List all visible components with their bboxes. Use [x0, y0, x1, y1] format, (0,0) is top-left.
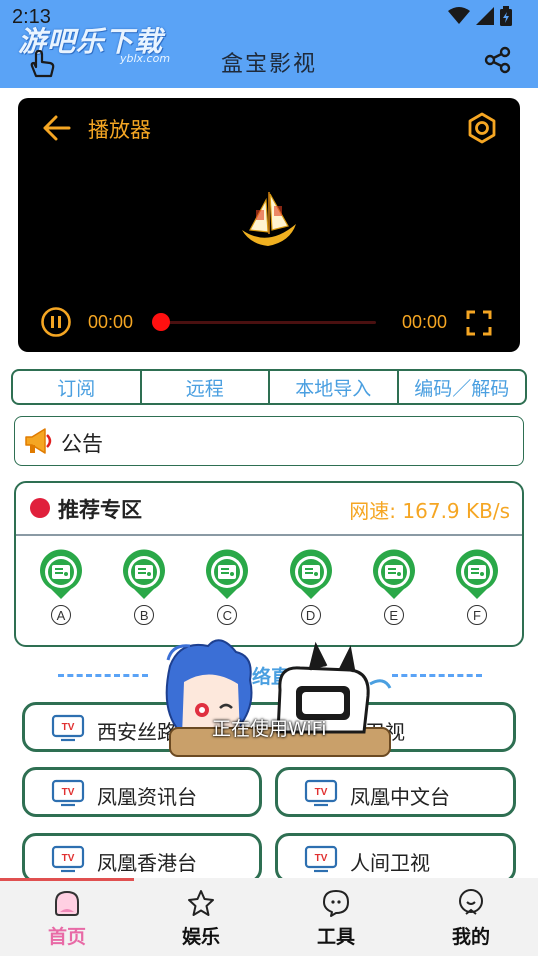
radio-pin-icon: [372, 549, 415, 599]
channel-label: 凤凰中文台: [350, 785, 450, 809]
radio-pin-icon: [40, 549, 83, 599]
wifi-icon: [448, 7, 470, 24]
home-icon: [55, 890, 79, 916]
video-player[interactable]: 播放器 00:00 00:00: [18, 98, 520, 352]
chat-icon: [323, 890, 349, 917]
seek-knob[interactable]: [152, 313, 170, 331]
svg-text:TV: TV: [315, 853, 328, 864]
function-tabs: 订阅 远程 本地导入 编码／解码: [11, 369, 527, 405]
notice-label: 公告: [61, 432, 103, 456]
recommended-item-e[interactable]: E: [359, 549, 429, 625]
megaphone-icon: [25, 428, 52, 454]
recommended-label: B: [134, 605, 155, 625]
svg-text:TV: TV: [315, 787, 328, 798]
recommended-label: E: [383, 605, 404, 625]
channel-button[interactable]: TV 人间卫视: [275, 833, 516, 883]
divider: [16, 534, 522, 536]
nav-label: 娱乐: [181, 926, 220, 948]
duration-time: 00:00: [402, 312, 448, 332]
settings-icon[interactable]: [466, 112, 498, 144]
channel-button[interactable]: TV 凤凰中文台: [275, 767, 516, 817]
dashed-divider: [58, 674, 148, 677]
tv-icon: TV: [51, 714, 85, 742]
notice-bar[interactable]: 公告: [14, 416, 524, 466]
nav-indicator: [0, 878, 134, 881]
status-icons: [448, 6, 512, 26]
recommended-list: A B C D E F: [26, 549, 512, 625]
pause-icon[interactable]: [40, 306, 72, 338]
dashed-divider: [392, 674, 482, 677]
channel-button[interactable]: TV 凤凰香港台: [22, 833, 262, 883]
wifi-toast: 正在使用WiFi: [212, 718, 327, 740]
fullscreen-icon[interactable]: [466, 310, 492, 336]
share-icon[interactable]: [484, 46, 512, 74]
recommended-label: F: [466, 605, 487, 625]
radio-pin-icon: [455, 549, 498, 599]
recommended-item-c[interactable]: C: [192, 549, 262, 625]
recommended-panel: 推荐专区 网速: 167.9 KB/s A B C D E F: [14, 481, 524, 647]
radio-pin-icon: [206, 549, 249, 599]
bottom-nav: 首页 娱乐 工具 我的: [0, 878, 538, 956]
tab-encode-decode[interactable]: 编码／解码: [399, 371, 526, 403]
app-title: 盒宝影视: [220, 52, 317, 77]
tv-icon: TV: [51, 779, 85, 807]
nav-label: 首页: [47, 926, 86, 948]
recommended-item-d[interactable]: D: [276, 549, 346, 625]
tv-icon: TV: [51, 845, 85, 873]
player-title: 播放器: [88, 118, 151, 142]
svg-text:TV: TV: [62, 853, 75, 864]
battery-icon: [500, 6, 512, 26]
nav-home[interactable]: 首页: [27, 888, 107, 949]
channel-button[interactable]: TV 凤凰资讯台: [22, 767, 262, 817]
nav-label: 我的: [451, 926, 490, 948]
back-arrow-icon[interactable]: [42, 114, 72, 142]
profile-icon: [459, 889, 483, 915]
svg-text:TV: TV: [62, 722, 75, 733]
radio-pin-icon: [289, 549, 332, 599]
tab-subscribe[interactable]: 订阅: [13, 371, 142, 403]
recommended-label: A: [51, 605, 71, 625]
recommended-item-a[interactable]: A: [26, 549, 96, 625]
recommended-label: D: [300, 605, 321, 625]
tv-icon: TV: [304, 779, 338, 807]
svg-text:TV: TV: [62, 787, 75, 798]
channel-label: 凤凰香港台: [97, 851, 197, 875]
nav-tools[interactable]: 工具: [296, 888, 376, 949]
nav-entertainment[interactable]: 娱乐: [161, 888, 241, 949]
channel-label: 凤凰资讯台: [97, 785, 197, 809]
tab-local-import[interactable]: 本地导入: [270, 371, 399, 403]
recommended-item-b[interactable]: B: [109, 549, 179, 625]
nav-label: 工具: [316, 926, 355, 948]
app-header: 2:13 游吧乐下载 yblx.com 盒宝影视: [0, 0, 538, 88]
recommended-label: C: [217, 605, 238, 625]
signal-icon: [476, 7, 494, 25]
tab-remote[interactable]: 远程: [142, 371, 270, 403]
gold-boat-icon: [242, 192, 296, 246]
red-dot-icon: [30, 498, 50, 518]
recommended-item-f[interactable]: F: [442, 549, 512, 625]
current-time: 00:00: [88, 312, 134, 332]
radio-pin-icon: [123, 549, 166, 599]
network-speed: 网速: 167.9 KB/s: [349, 499, 510, 523]
nav-mine[interactable]: 我的: [431, 888, 511, 949]
star-icon: [188, 890, 214, 916]
tv-icon: TV: [304, 845, 338, 873]
seek-bar[interactable]: [158, 321, 376, 324]
recommended-title: 推荐专区: [58, 498, 142, 522]
channel-label: 人间卫视: [350, 851, 430, 875]
